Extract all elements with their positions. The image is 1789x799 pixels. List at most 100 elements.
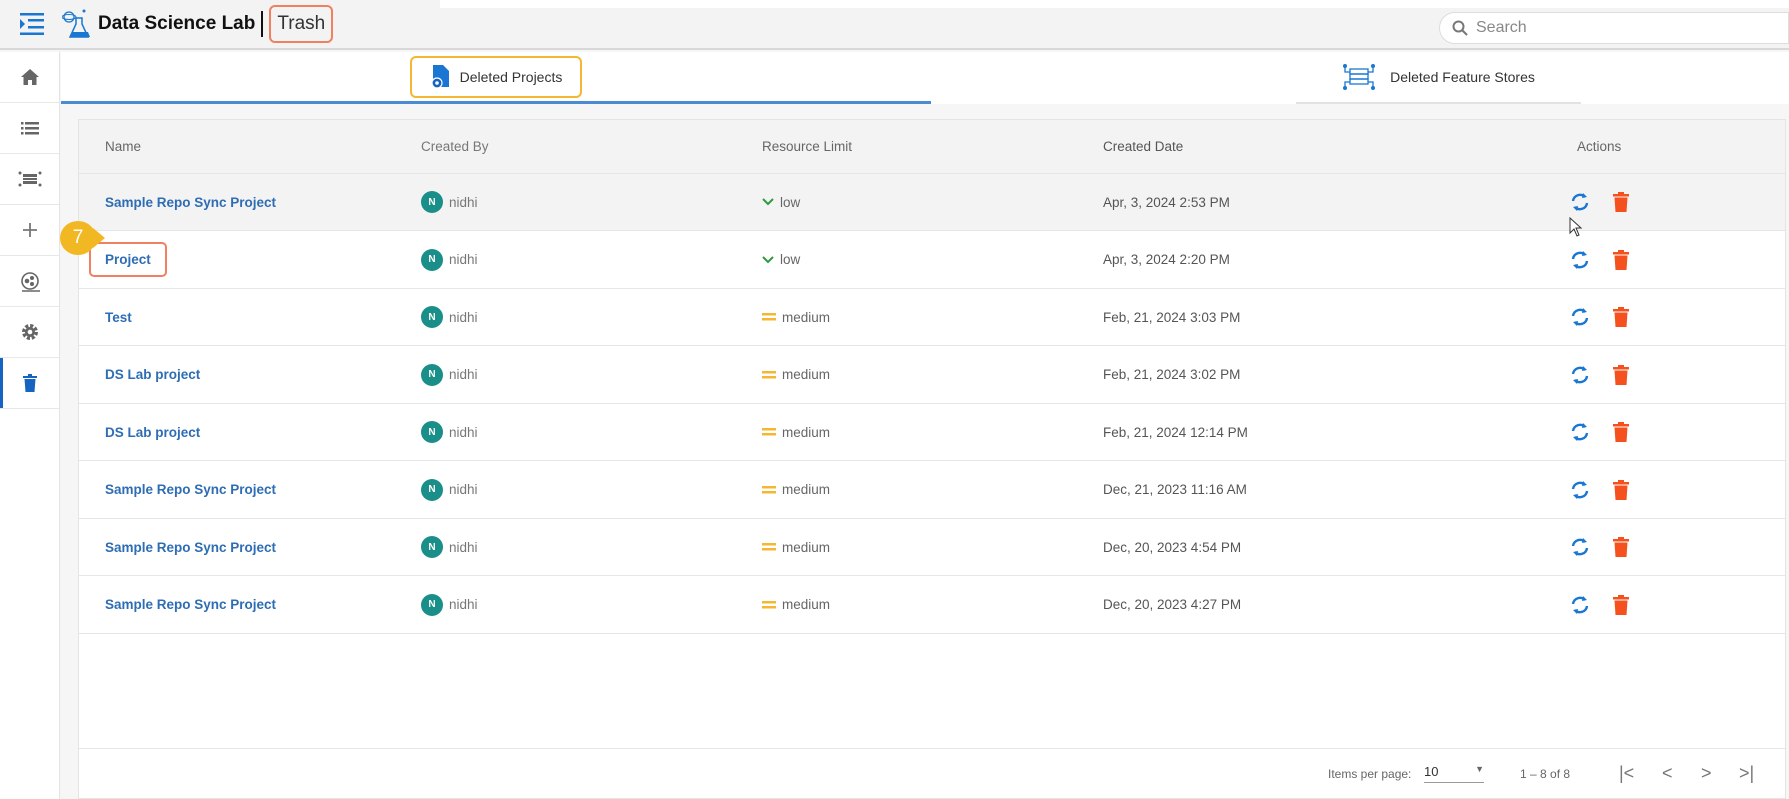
avatar: N <box>421 363 443 386</box>
project-name-link[interactable]: Sample Repo Sync Project <box>105 174 276 230</box>
sidebar-item-settings[interactable] <box>0 307 59 358</box>
resource-limit-cell: low <box>762 232 800 288</box>
restore-icon <box>1571 365 1589 384</box>
resource-limit-value: low <box>780 194 801 210</box>
resource-limit-value: medium <box>782 597 831 612</box>
deleted-projects-table: Name Created By Resource Limit Created D… <box>78 119 1786 799</box>
created-by-name: nidhi <box>449 597 478 612</box>
actions-cell <box>1569 289 1629 345</box>
search-icon <box>1452 20 1468 36</box>
project-name-link[interactable]: Sample Repo Sync Project <box>105 462 276 518</box>
home-icon <box>20 69 39 85</box>
first-page-button[interactable]: |< <box>1619 763 1634 784</box>
created-by-name: nidhi <box>449 252 478 267</box>
restore-button[interactable] <box>1569 595 1591 615</box>
delete-permanently-button[interactable] <box>1613 307 1629 327</box>
project-name-link[interactable]: Sample Repo Sync Project <box>105 519 276 575</box>
column-header-actions: Actions <box>1577 139 1622 154</box>
resource-limit-value: medium <box>782 539 831 555</box>
search-placeholder: Search <box>1476 19 1527 36</box>
created-by-name: nidhi <box>449 194 478 210</box>
restore-icon <box>1571 538 1589 556</box>
medium-equals-icon <box>762 543 776 551</box>
delete-permanently-button[interactable] <box>1613 594 1629 615</box>
top-bar: Data Science Lab Trash Search <box>0 0 1789 50</box>
table-row: Test Nnidhi medium Feb, 21, 2024 3:03 PM <box>79 289 1785 346</box>
sidebar-item-trash[interactable] <box>0 358 59 409</box>
medium-equals-icon <box>762 485 776 493</box>
project-name[interactable]: DS Lab project <box>105 425 200 440</box>
sidebar-item-list[interactable] <box>0 103 59 154</box>
project-name-link[interactable]: DS Lab project <box>105 404 200 460</box>
delete-permanently-button[interactable] <box>1613 479 1629 500</box>
tab-deleted-feature-stores[interactable]: Deleted Feature Stores <box>1296 52 1581 104</box>
restore-button[interactable] <box>1569 250 1591 270</box>
avatar: N <box>421 191 443 213</box>
breadcrumb-trash[interactable]: Trash <box>269 5 334 43</box>
top-strip <box>440 0 1789 8</box>
table-row: Sample Repo Sync Project Nnidhi medium Dec,… <box>79 462 1785 519</box>
restore-icon <box>1571 193 1589 211</box>
created-date: Feb, 21, 2024 12:14 PM <box>1103 424 1248 440</box>
restore-button[interactable] <box>1569 192 1591 212</box>
sidebar-item-feature-store[interactable] <box>0 154 59 205</box>
restore-button[interactable] <box>1569 307 1591 327</box>
created-date: Dec, 20, 2023 4:27 PM <box>1103 597 1242 612</box>
project-name[interactable]: Sample Repo Sync Project <box>105 482 276 497</box>
medium-equals-icon <box>762 313 776 321</box>
feature-store-icon <box>1343 64 1376 90</box>
project-name-link[interactable]: Test <box>105 289 132 345</box>
search-input[interactable]: Search <box>1439 12 1789 44</box>
created-by-cell: Nnidhi <box>421 462 478 518</box>
pagination-range: 1 – 8 of 8 <box>1520 766 1571 781</box>
delete-permanently-button[interactable] <box>1613 537 1629 557</box>
title-divider <box>261 11 264 37</box>
resource-limit-value: low <box>780 252 801 267</box>
delete-permanently-button[interactable] <box>1613 364 1629 385</box>
actions-cell <box>1569 519 1629 575</box>
restore-button[interactable] <box>1569 480 1591 500</box>
created-by-cell: Nnidhi <box>421 289 478 345</box>
project-name[interactable]: Sample Repo Sync Project <box>105 195 276 210</box>
sidebar-item-create[interactable] <box>0 205 59 256</box>
previous-page-button[interactable]: < <box>1662 763 1673 784</box>
feature-store-icon <box>18 171 41 187</box>
delete-permanently-button[interactable] <box>1613 192 1629 212</box>
medium-equals-icon <box>762 428 776 436</box>
restore-button[interactable] <box>1569 365 1591 385</box>
low-chevron-icon <box>762 255 774 263</box>
delete-permanently-button[interactable] <box>1613 422 1629 442</box>
project-name[interactable]: Test <box>105 310 132 325</box>
created-by-cell: Nnidhi <box>421 577 478 633</box>
delete-permanently-button[interactable] <box>1613 249 1629 270</box>
actions-cell <box>1569 232 1629 288</box>
sidebar-item-home[interactable] <box>0 52 59 103</box>
items-per-page-select[interactable]: 10 ▼ <box>1424 764 1484 783</box>
created-by-name: nidhi <box>449 482 478 497</box>
project-name[interactable]: Sample Repo Sync Project <box>105 597 276 612</box>
project-name-link[interactable]: Project <box>89 232 167 288</box>
pagination-bar: Items per page: 10 ▼ 1 – 8 of 8 |< < > >| <box>79 748 1785 798</box>
medium-equals-icon <box>762 370 776 378</box>
restore-button[interactable] <box>1569 537 1591 557</box>
last-page-button[interactable]: >| <box>1739 763 1754 784</box>
resource-limit-cell: low <box>762 174 800 230</box>
restore-button[interactable] <box>1569 422 1591 442</box>
created-by-cell: Nnidhi <box>421 404 478 460</box>
step-callout-badge: 7 <box>60 221 105 255</box>
menu-toggle-button[interactable] <box>14 6 50 42</box>
created-date: Dec, 20, 2023 4:54 PM <box>1103 539 1242 555</box>
project-name-link[interactable]: DS Lab project <box>105 347 200 403</box>
restore-icon <box>1571 480 1589 499</box>
project-name-link[interactable]: Sample Repo Sync Project <box>105 577 276 633</box>
created-by-name: nidhi <box>449 309 478 325</box>
project-name[interactable]: DS Lab project <box>105 367 200 382</box>
next-page-button[interactable]: > <box>1701 763 1712 784</box>
restore-icon <box>1571 423 1589 441</box>
project-name[interactable]: Sample Repo Sync Project <box>105 540 276 555</box>
delete-icon <box>1613 422 1629 442</box>
sidebar-item-models[interactable] <box>0 256 59 307</box>
list-icon <box>20 121 39 134</box>
actions-cell <box>1569 404 1629 460</box>
tab-deleted-projects[interactable]: Deleted Projects <box>61 52 931 104</box>
